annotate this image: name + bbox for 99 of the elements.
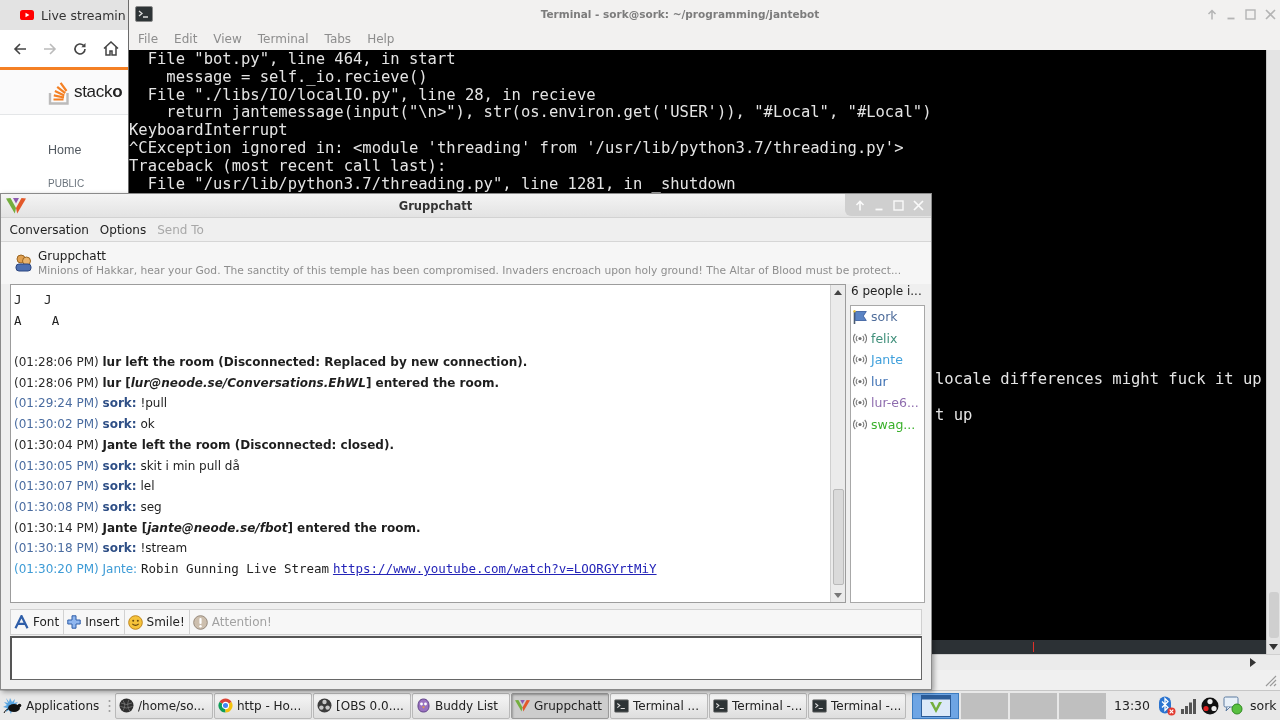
window-title: Gruppchatt (397, 198, 474, 213)
toolbar-button[interactable]: Smile! (124, 610, 190, 634)
taskbar-button[interactable]: /home/so... (115, 692, 213, 719)
taskbar-button[interactable]: Buddy List (412, 692, 510, 719)
scroll-right-icon[interactable] (1250, 658, 1256, 667)
room-event-message: (01:28:06 PM) lur [lur@neode.se/Conversations.EhWL] entered the room. (14, 374, 500, 392)
occupant-name[interactable]: sork (871, 309, 898, 325)
terminal-line: return jantemessage(input("\n>"), str(os.environ.get('USER')), "#Local", "#Local") (165, 104, 933, 123)
resize-grip-icon[interactable] (1264, 674, 1277, 687)
terminal-line: locale differences might fuck it up (935, 371, 1263, 390)
terminal-line: ^CException ignored in: <module 'threading' from '/usr/lib/python3.7/threading.py'> (129, 140, 905, 158)
flag-icon (853, 309, 867, 324)
smiley-icon (127, 614, 143, 630)
taskbar-button[interactable]: [OBS 0.0.... (313, 692, 411, 719)
terminal-line: KeyboardInterrupt (129, 122, 289, 140)
workspace-button[interactable] (912, 692, 959, 719)
signal-icon (853, 354, 867, 366)
stack-logo-icon (48, 79, 70, 105)
message-input-field[interactable] (10, 636, 922, 680)
terminal-line: File "./libs/IO/localIO.py", line 28, in recieve (146, 86, 597, 105)
maximize-icon[interactable] (1245, 8, 1256, 20)
chat-message: (01:30:02 PM) sork: ok (14, 416, 156, 434)
window-thumbnail-icon (920, 694, 951, 717)
clock[interactable]: 13:30 (1114, 698, 1151, 713)
terminal-icon (614, 698, 629, 713)
grip-handle-icon[interactable] (108, 698, 111, 713)
room-event-message: (01:28:06 PM) lur left the room (Disconnected: Replaced by new connection). (14, 354, 529, 372)
terminal-icon (713, 698, 728, 713)
scrollbar-thumb[interactable] (1268, 592, 1279, 638)
occupant-name[interactable]: lur-e6... (871, 395, 919, 411)
signal-bars-icon[interactable] (1180, 697, 1198, 714)
marker-icon (1033, 642, 1034, 652)
people-icon (15, 254, 32, 272)
disc-icon (317, 698, 332, 713)
room-topic: Minions of Hakkar, hear your God. The sanctity of this temple has been compromised. Invaders encroach upon holy ground! The Altar of Blood must be protect... (38, 264, 902, 277)
toolbar-button[interactable]: Font (11, 610, 65, 634)
occupant-name[interactable]: felix (871, 330, 898, 346)
plus-icon (67, 615, 82, 629)
chat-message: (01:30:05 PM) sork: skit i min pull då (14, 457, 241, 475)
color-wheel-icon (218, 698, 233, 713)
attention-icon (192, 614, 208, 630)
menu-item[interactable]: Options (94, 222, 152, 237)
mouse-icon (3, 696, 23, 715)
scroll-down-icon[interactable] (1269, 644, 1278, 650)
play-logo-icon (20, 10, 34, 20)
taskbar-button[interactable]: Gruppchatt (511, 692, 609, 719)
terminal-line: File "/usr/lib/python3.7/threading.py", line 1281, in _shutdown (146, 175, 737, 194)
applications-menu-button[interactable]: Applications (0, 692, 106, 719)
ascii-art-line: J J (14, 291, 53, 309)
back-arrow-icon[interactable] (13, 41, 27, 56)
occupant-count: 6 people i... (850, 284, 923, 300)
chat-message: (01:29:24 PM) sork: !pull (14, 395, 169, 413)
signal-icon (853, 375, 867, 387)
taskbar-button[interactable]: Terminal -... (709, 692, 807, 719)
scrollbar[interactable] (830, 285, 845, 602)
taskbar-button[interactable]: Terminal ... (610, 692, 708, 719)
toolbar-button[interactable]: Insert (64, 610, 125, 634)
up-arrow-icon[interactable] (1207, 8, 1217, 20)
signal-icon (853, 397, 867, 409)
dark-sphere-icon (119, 698, 134, 713)
occupant-name[interactable]: lur (871, 373, 888, 389)
scroll-up-icon[interactable] (834, 290, 842, 295)
user-name[interactable]: sork (1250, 698, 1277, 713)
terminal-line: File "bot.py", line 464, in start (146, 51, 457, 69)
nav-heading: PUBLIC (48, 178, 85, 190)
scrollbar-thumb[interactable] (832, 489, 844, 585)
record-disc-icon[interactable] (1201, 696, 1220, 715)
chat-message: (01:30:08 PM) sork: seg (14, 498, 163, 516)
room-event-message: (01:30:14 PM) Jante [jante@neode.se/fbot] entered the room. (14, 519, 422, 537)
bluetooth-icon[interactable] (1158, 695, 1177, 716)
taskbar-button[interactable]: Terminal -... (808, 692, 906, 719)
home-icon[interactable] (103, 41, 119, 56)
close-icon[interactable] (1265, 8, 1276, 20)
window-title: Terminal - sork@sork: ~/programming/jantebot (539, 8, 821, 20)
signal-icon (853, 418, 867, 430)
signal-icon (853, 332, 867, 344)
bird-icon (416, 698, 431, 713)
taskbar-button[interactable]: http - Ho... (214, 692, 312, 719)
room-name: Gruppchatt (38, 249, 108, 264)
forward-arrow-icon[interactable] (43, 41, 57, 56)
chat-message: (01:30:20 PM) Jante: Robin Gunning Live Stream https://www.youtube.com/watch?v=LOORGYrtMiY (14, 559, 658, 578)
v-logo-icon (515, 699, 530, 712)
terminal-icon (812, 698, 827, 713)
terminal-line: Traceback (most recent call last): (129, 157, 448, 176)
font-icon (14, 615, 29, 629)
reload-icon[interactable] (73, 41, 87, 56)
room-event-message: (01:30:04 PM) Jante left the room (Disconnected: closed). (14, 436, 395, 454)
terminal-line: message = self._io.recieve() (165, 68, 429, 87)
ascii-art-line: A A (14, 311, 61, 330)
menu-item[interactable]: Conversation (4, 222, 95, 237)
message-link[interactable]: https://www.youtube.com/watch?v=LOORGYrtMiY (332, 560, 657, 576)
scrollbar[interactable] (1266, 50, 1280, 654)
terminal-line: t up (935, 406, 974, 425)
v-logo-icon (6, 197, 26, 214)
chat-message: (01:30:07 PM) sork: lel (14, 478, 156, 496)
chat-message: (01:30:18 PM) sork: !stream (14, 540, 189, 558)
site-logo-text[interactable]: stacko (74, 82, 123, 102)
nav-link[interactable]: Home (48, 143, 82, 158)
terminal-icon (135, 6, 153, 22)
